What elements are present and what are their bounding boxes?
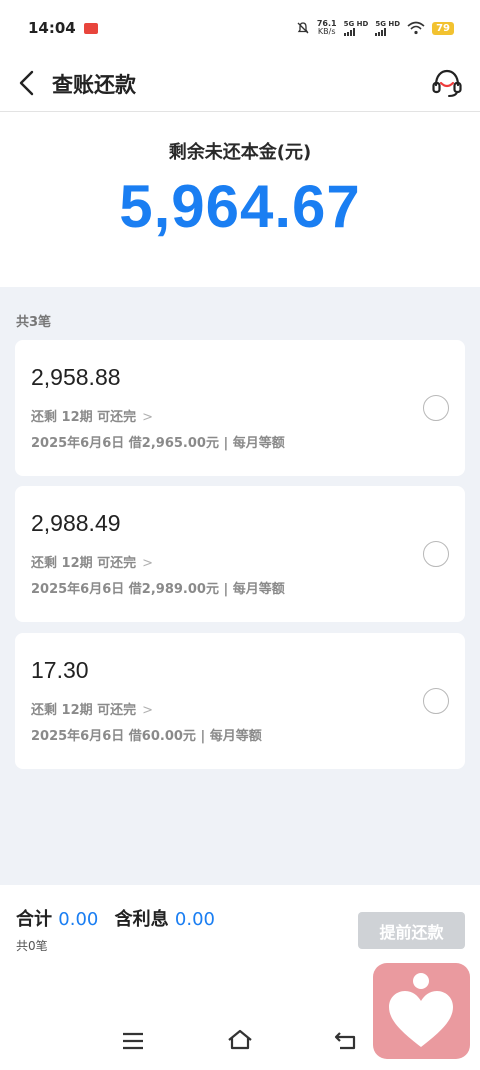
header: 查账还款 [0, 56, 480, 112]
notification-icon [83, 22, 98, 34]
menu-icon[interactable] [121, 1030, 145, 1052]
net-speed: 76.1 KB/s [316, 19, 337, 36]
loan-amount: 2,958.88 [31, 364, 121, 390]
loan-info: 2025年6月6日 借2,965.00元 | 每月等额 [31, 436, 285, 451]
interest-label: 含利息 [114, 909, 169, 930]
loan-card[interactable]: 2,988.49 还剩 12期 可还完 > 2025年6月6日 借2,989.00… [15, 486, 465, 622]
loan-info: 2025年6月6日 借60.00元 | 每月等额 [31, 729, 262, 744]
status-time: 14:04 [28, 19, 76, 37]
sim1-signal: 5G HD [343, 20, 368, 36]
selected-count: 共0笔 [16, 939, 48, 953]
loan-remaining-link[interactable]: 还剩 12期 可还完 > [31, 406, 153, 425]
sim2-signal: 5G HD [375, 20, 400, 36]
total-summary: 合计 0.00 含利息 0.00 [16, 905, 225, 931]
page-title: 查账还款 [52, 73, 136, 97]
remaining-principal-summary: 剩余未还本金(元) 5,964.67 [0, 113, 480, 287]
loan-amount: 17.30 [31, 657, 89, 683]
back-nav-icon[interactable] [334, 1029, 358, 1051]
loan-select-radio[interactable] [423, 395, 449, 421]
interest-value: 0.00 [174, 909, 215, 930]
total-value: 0.00 [58, 909, 99, 930]
remaining-principal-amount: 5,964.67 [119, 173, 361, 240]
heart-person-icon [389, 973, 453, 1047]
chevron-right-icon: > [142, 410, 154, 425]
home-icon[interactable] [226, 1028, 254, 1052]
wifi-icon [407, 21, 425, 35]
loan-remaining-link[interactable]: 还剩 12期 可还完 > [31, 552, 153, 571]
chevron-left-icon[interactable] [16, 68, 46, 98]
loan-list: 共3笔 2,958.88 还剩 12期 可还完 > 2025年6月6日 借2,96… [0, 287, 480, 885]
chevron-right-icon: > [142, 703, 154, 718]
loan-select-radio[interactable] [423, 688, 449, 714]
loan-card[interactable]: 17.30 还剩 12期 可还完 > 2025年6月6日 借60.00元 | 每月… [15, 633, 465, 769]
mute-bell-icon [297, 22, 309, 34]
floating-assistant-widget[interactable] [373, 963, 470, 1059]
loan-card[interactable]: 2,958.88 还剩 12期 可还完 > 2025年6月6日 借2,965.00… [15, 340, 465, 476]
prepay-button[interactable]: 提前还款 [358, 912, 465, 949]
loan-info: 2025年6月6日 借2,989.00元 | 每月等额 [31, 582, 285, 597]
status-bar: 14:04 76.1 KB/s 5G HD 5G HD 79 [0, 0, 480, 56]
total-label: 合计 [16, 909, 52, 930]
headset-icon[interactable] [430, 66, 464, 100]
loan-count: 共3笔 [16, 315, 52, 330]
chevron-right-icon: > [142, 556, 154, 571]
loan-select-radio[interactable] [423, 541, 449, 567]
loan-remaining-link[interactable]: 还剩 12期 可还完 > [31, 699, 153, 718]
loan-amount: 2,988.49 [31, 510, 121, 536]
remaining-principal-label: 剩余未还本金(元) [168, 142, 312, 163]
battery-indicator: 79 [432, 21, 454, 35]
